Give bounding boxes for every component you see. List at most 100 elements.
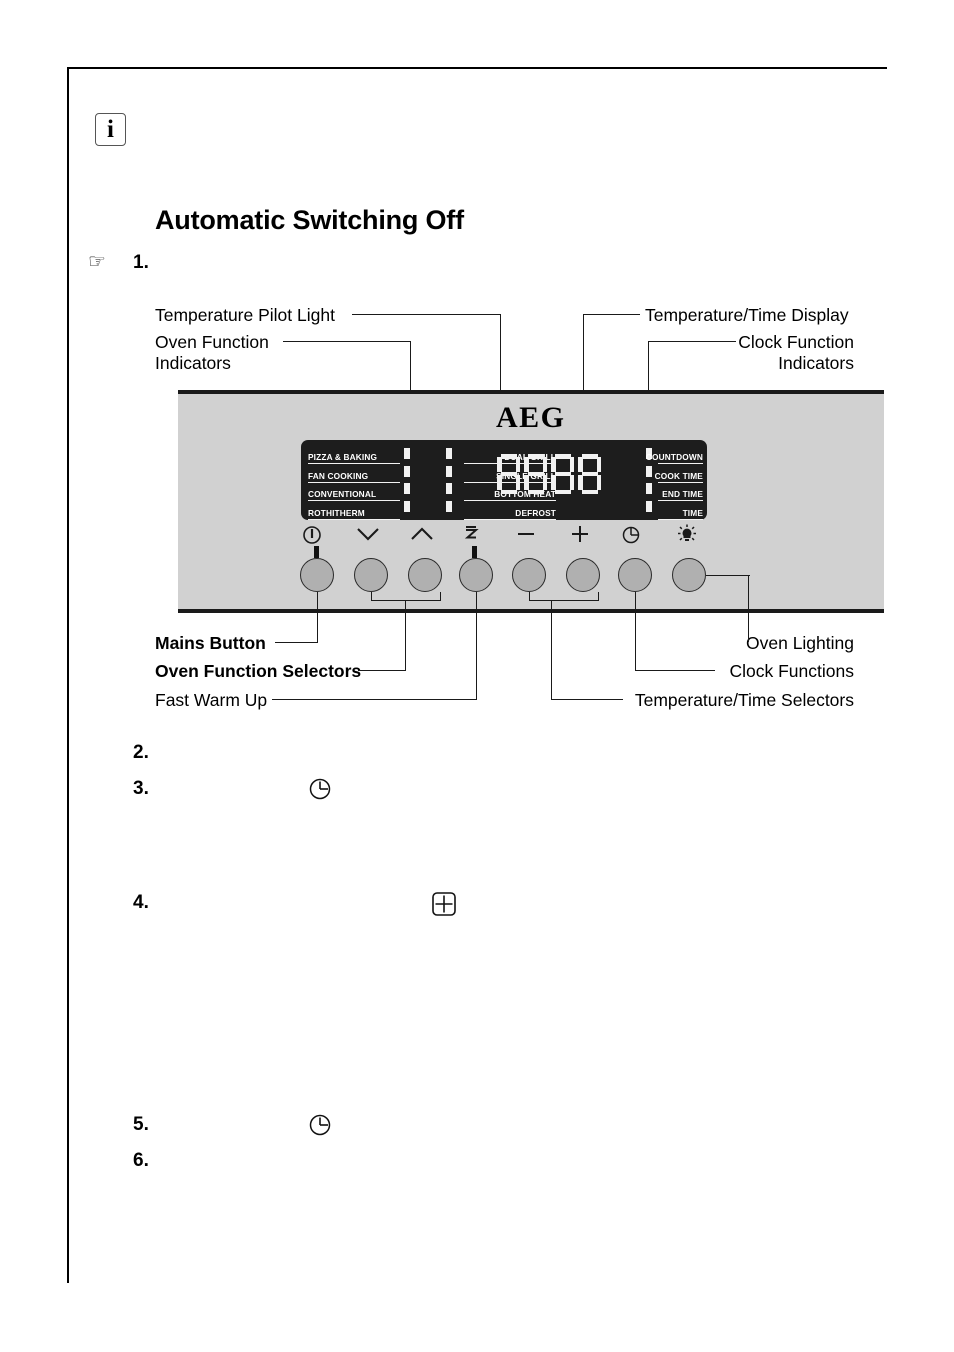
power-icon [302,525,332,545]
oven-function-row: FAN COOKING [308,465,400,483]
indicator-led [446,483,452,494]
oven-function-label: PIZZA & BAKING [308,452,378,462]
power-icon-stem [314,546,319,558]
document-page: i Automatic Switching Off ☞ 1. Temperatu… [0,0,954,1352]
indicator-led [646,483,652,494]
leader-oven-lighting-horizontal [706,575,750,577]
clock-function-row: COUNTDOWN [646,446,703,464]
oven-function-row: CONVENTIONAL [308,483,400,501]
oven-function-label: FAN COOKING [308,470,369,481]
clock-function-label: TIME [682,507,703,518]
plus-icon [568,525,598,543]
step-number-4: 4. [133,892,149,913]
callout-oven-lighting: Oven Lighting [746,633,854,653]
page-rule-top [67,67,887,69]
callout-mains-button: Mains Button [155,633,266,653]
display-module: PIZZA & BAKING FAN COOKING CONVENTIONAL … [301,440,707,520]
leader-oven-function-selectors-vertical [405,601,407,670]
chevron-up-icon [409,525,439,543]
oven-functions-left-column: PIZZA & BAKING FAN COOKING CONVENTIONAL … [308,446,400,520]
clock-function-row: COOK TIME [654,465,703,483]
callout-oven-function-selectors: Oven Function Selectors [155,661,362,681]
callout-oven-function-indicators-line1: Oven Function [155,332,269,352]
mains-button[interactable] [300,558,334,592]
indicator-led [446,500,452,512]
function-up-button[interactable] [408,558,442,592]
temperature-time-display [497,454,601,494]
callout-temperature-time-selectors: Temperature/Time Selectors [634,690,854,710]
pointing-hand-icon: ☞ [88,251,106,273]
information-icon-glyph: i [107,116,114,143]
fast-warm-up-button[interactable] [459,558,493,592]
seven-segment-digit [524,454,547,494]
aeg-brand-logo: AEG [496,401,566,434]
plus-square-icon [431,891,457,917]
step-number-1: 1. [133,252,149,273]
callout-clock-function-indicators-line1: Clock Function [738,332,854,352]
indicator-led [646,500,652,512]
oven-function-indicator-leds-right [446,448,453,518]
leader-fast-warm-up-horizontal [272,699,477,701]
oven-lighting-button[interactable] [672,558,706,592]
chevron-down-icon [355,525,385,543]
indicator-led [446,448,452,459]
indicator-led [404,500,410,512]
fast-warm-up-icon-stem [472,546,477,558]
clock-function-label: COUNTDOWN [645,452,703,462]
fast-warm-up-icon [461,524,491,544]
callout-temperature-pilot-light: Temperature Pilot Light [155,305,335,325]
oven-function-indicator-leds-left [404,448,411,518]
leader-temp-selectors-bracket-left [529,592,531,601]
indicator-led [404,465,410,477]
clock-function-row: END TIME [658,483,703,501]
leader-function-selectors-bracket-left [371,592,373,601]
temperature-plus-button[interactable] [566,558,600,592]
callout-oven-function-indicators-line2: Indicators [155,353,231,373]
indicator-led [646,465,652,477]
leader-function-selectors-bracket [371,600,441,602]
leader-oven-function-selectors-horizontal [358,670,406,672]
seven-segment-digit [551,454,574,494]
leader-temperature-pilot-light-horizontal [352,314,501,316]
oven-function-row: ROTHITHERM [308,502,400,520]
leader-clock-function-indicators-horizontal [648,341,736,343]
step-number-5: 5. [133,1114,149,1135]
callout-clock-function-indicators-line2: Indicators [778,353,854,373]
leader-oven-lighting-vertical [748,575,750,642]
seven-segment-digit [497,454,520,494]
leader-function-selectors-bracket-right [440,592,442,601]
oven-function-label: ROTHITHERM [308,507,365,518]
leader-display-horizontal [583,314,640,316]
clock-icon [621,525,651,545]
leader-clock-functions-horizontal [635,670,715,672]
page-rule-left [67,67,69,1283]
function-down-button[interactable] [354,558,388,592]
step-number-3: 3. [133,778,149,799]
indicator-led [404,448,410,459]
indicator-led [446,465,452,477]
oven-function-label: CONVENTIONAL [308,489,377,499]
seven-segment-digit [578,454,601,494]
leader-fast-warm-up-vertical [476,592,478,699]
clock-functions-column: COUNTDOWN COOK TIME END TIME TIME [646,446,703,520]
clock-icon [308,1113,332,1137]
callout-fast-warm-up: Fast Warm Up [155,690,268,710]
leader-temperature-time-selectors-horizontal [551,699,623,701]
leader-temperature-time-selectors-vertical [551,601,553,699]
clock-icon [308,777,332,801]
leader-temp-selectors-bracket-right [598,592,600,601]
clock-function-row: TIME [658,502,703,520]
clock-functions-button[interactable] [618,558,652,592]
step-number-6: 6. [133,1150,149,1171]
leader-mains-button-vertical [317,592,319,642]
oven-function-row: PIZZA & BAKING [308,446,400,464]
oven-function-label: DEFROST [515,507,556,518]
lamp-icon [676,524,706,545]
leader-temp-selectors-bracket [529,600,599,602]
leader-oven-function-indicators-horizontal [283,341,411,343]
indicator-led [404,483,410,494]
information-icon: i [95,113,126,146]
clock-function-label: COOK TIME [654,470,703,481]
clock-function-label: END TIME [662,489,703,499]
temperature-minus-button[interactable] [512,558,546,592]
